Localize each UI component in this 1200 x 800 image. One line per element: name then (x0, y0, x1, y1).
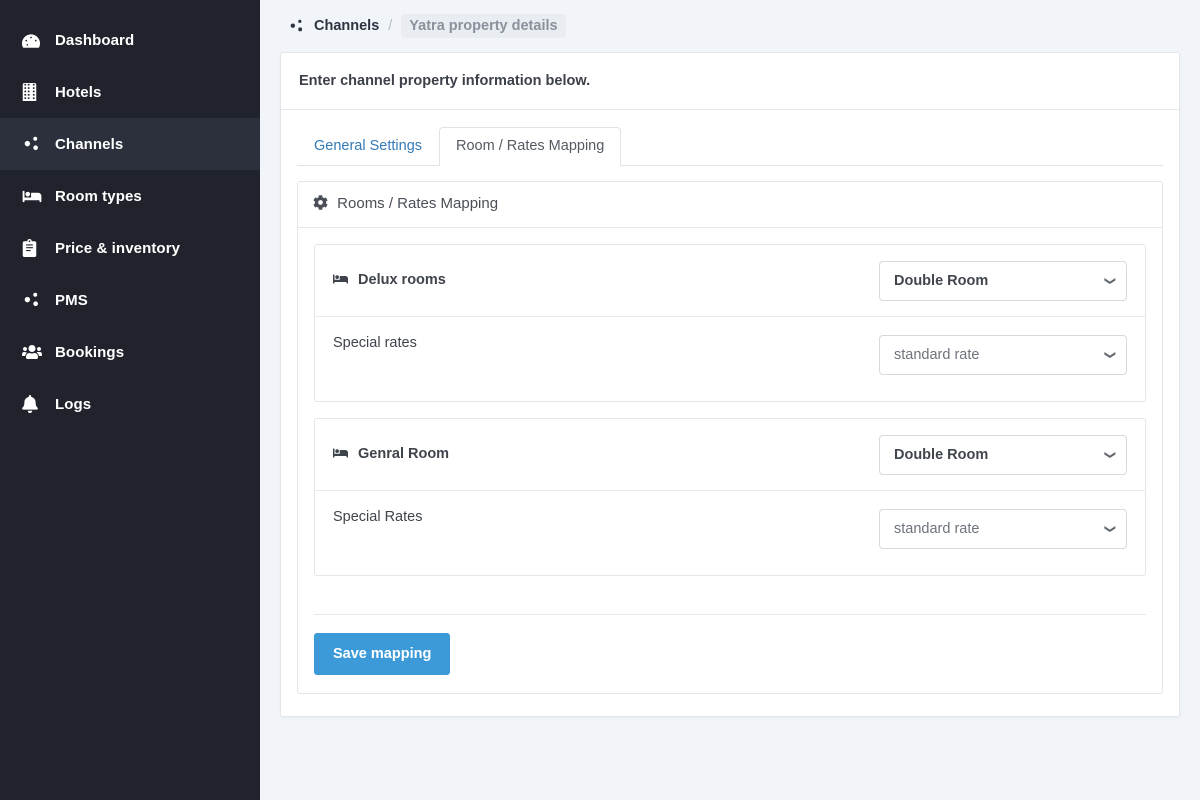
sidebar: Dashboard Hotels Channels Room types Pri… (0, 0, 260, 800)
project-diagram-icon (288, 18, 305, 34)
save-mapping-button[interactable]: Save mapping (314, 633, 451, 675)
room-name-text: Genral Room (358, 446, 450, 462)
sidebar-item-channels[interactable]: Channels (0, 118, 260, 170)
breadcrumb-separator: / (388, 18, 393, 34)
rate-plan-select[interactable]: standard ratepromo ratecorporate rate (879, 509, 1127, 549)
gear-icon (313, 195, 328, 214)
sidebar-item-label: Channels (55, 135, 124, 153)
app-root: Dashboard Hotels Channels Room types Pri… (0, 0, 1200, 800)
sidebar-nav: Dashboard Hotels Channels Room types Pri… (0, 0, 260, 430)
room-mapping-row: Delux rooms Double RoomSingle RoomTwin R… (315, 245, 1145, 316)
tab-list: General Settings Room / Rates Mapping (297, 127, 1163, 166)
room-name-label: Genral Room (333, 446, 449, 463)
rate-plan-select[interactable]: standard ratepromo ratecorporate rate (879, 335, 1127, 375)
mapping-group: Delux rooms Double RoomSingle RoomTwin R… (314, 244, 1146, 402)
rooms-rates-mapping-panel: Rooms / Rates Mapping Delux rooms Double… (297, 181, 1163, 694)
sidebar-item-label: Dashboard (55, 31, 135, 49)
room-mapping-row: Genral Room Double RoomSingle RoomTwin R… (315, 419, 1145, 490)
panel-footer: Save mapping (314, 614, 1146, 675)
bed-icon (333, 273, 348, 289)
sidebar-item-hotels[interactable]: Hotels (0, 66, 260, 118)
sidebar-item-bookings[interactable]: Bookings (0, 326, 260, 378)
room-name-label: Delux rooms (333, 272, 446, 289)
sidebar-item-label: Room types (55, 187, 142, 205)
mapping-group: Genral Room Double RoomSingle RoomTwin R… (314, 418, 1146, 576)
room-type-select[interactable]: Double RoomSingle RoomTwin RoomSuite (879, 260, 1127, 301)
tab-room-rates-mapping[interactable]: Room / Rates Mapping (439, 127, 622, 166)
rate-label: Special rates (333, 335, 417, 351)
main-content: Channels / Yatra property details Enter … (260, 0, 1200, 800)
building-icon (22, 83, 48, 101)
sidebar-item-label: Price & inventory (55, 239, 181, 257)
tab-general-settings[interactable]: General Settings (297, 127, 439, 166)
clipboard-icon (22, 239, 48, 257)
breadcrumb-tail: Yatra property details (401, 14, 566, 38)
breadcrumb: Channels / Yatra property details (280, 0, 1176, 52)
card-header-text: Enter channel property information below… (281, 53, 1179, 110)
sidebar-item-room-types[interactable]: Room types (0, 170, 260, 222)
panel-header: Rooms / Rates Mapping (298, 182, 1162, 228)
bed-icon (22, 189, 48, 204)
panel-body: Delux rooms Double RoomSingle RoomTwin R… (298, 228, 1162, 606)
room-select-wrapper: Double RoomSingle RoomTwin RoomSuite ❯ (879, 434, 1127, 475)
card-body: General Settings Room / Rates Mapping Ro… (281, 110, 1179, 716)
channel-property-card: Enter channel property information below… (280, 52, 1180, 717)
room-select-wrapper: Double RoomSingle RoomTwin RoomSuite ❯ (879, 260, 1127, 301)
room-name-text: Delux rooms (358, 272, 446, 288)
bell-icon (22, 395, 48, 413)
dashboard-icon (22, 31, 48, 49)
sidebar-item-pms[interactable]: PMS (0, 274, 260, 326)
room-type-select[interactable]: Double RoomSingle RoomTwin RoomSuite (879, 434, 1127, 475)
sidebar-item-label: PMS (55, 291, 88, 309)
users-icon (22, 344, 48, 360)
sidebar-item-dashboard[interactable]: Dashboard (0, 14, 260, 66)
project-diagram-icon (22, 291, 48, 309)
breadcrumb-current[interactable]: Channels (314, 18, 379, 34)
sidebar-item-price-inventory[interactable]: Price & inventory (0, 222, 260, 274)
sidebar-item-logs[interactable]: Logs (0, 378, 260, 430)
rate-select-wrapper: standard ratepromo ratecorporate rate ❯ (879, 335, 1127, 375)
bed-icon (333, 447, 348, 463)
rate-mapping-row: Special rates standard ratepromo ratecor… (315, 316, 1145, 401)
rate-label: Special Rates (333, 509, 423, 525)
sidebar-item-label: Bookings (55, 343, 125, 361)
rate-select-wrapper: standard ratepromo ratecorporate rate ❯ (879, 509, 1127, 549)
project-diagram-icon (22, 135, 48, 153)
sidebar-item-label: Hotels (55, 83, 102, 101)
sidebar-item-label: Logs (55, 395, 92, 413)
rate-mapping-row: Special Rates standard ratepromo ratecor… (315, 490, 1145, 575)
panel-title: Rooms / Rates Mapping (337, 195, 499, 212)
